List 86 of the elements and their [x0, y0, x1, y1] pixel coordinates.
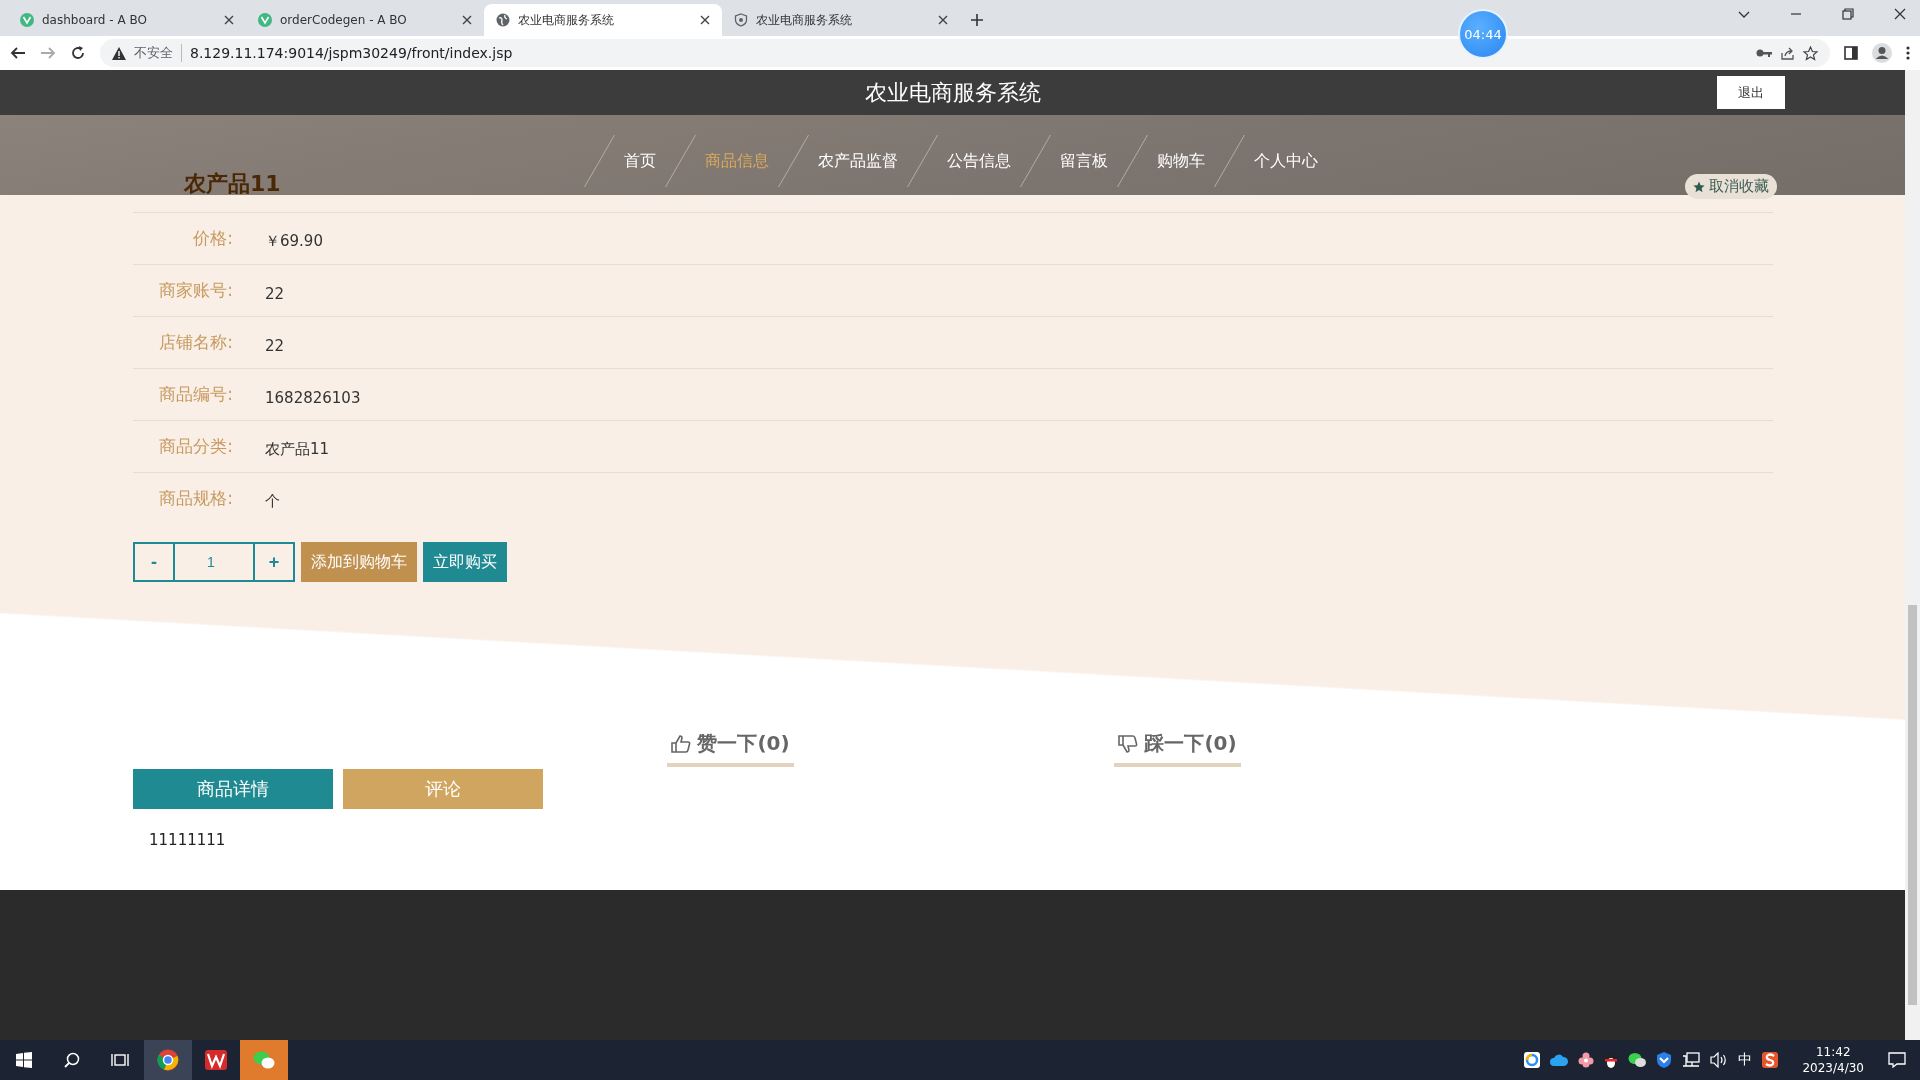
close-icon[interactable]	[700, 15, 710, 25]
add-to-cart-button[interactable]: 添加到购物车	[301, 542, 417, 582]
clock-time: 11:42	[1815, 1044, 1851, 1060]
warning-icon	[112, 46, 126, 60]
field-label: 店铺名称:	[158, 331, 233, 354]
colorful-app-icon[interactable]	[1524, 1052, 1541, 1068]
field-label: 价格:	[192, 227, 233, 250]
back-icon[interactable]	[10, 45, 26, 61]
input-method-indicator[interactable]: 中	[1738, 1051, 1753, 1069]
scrollbar[interactable]	[1905, 70, 1920, 1040]
field-label: 商品分类:	[158, 435, 233, 458]
search-icon[interactable]	[64, 1052, 80, 1068]
thumbs-up-icon	[671, 734, 692, 753]
share-icon[interactable]	[1780, 45, 1795, 61]
field-value: 个	[265, 492, 280, 511]
nav-link[interactable]: 购物车	[1151, 147, 1211, 175]
key-icon[interactable]	[1756, 48, 1772, 58]
close-icon[interactable]	[462, 15, 472, 25]
tab-title: dashboard - A BO	[42, 13, 148, 27]
close-icon[interactable]	[938, 15, 948, 25]
flower-icon[interactable]	[1578, 1052, 1595, 1068]
star-icon[interactable]	[1803, 45, 1818, 61]
address-bar[interactable]: 不安全 8.129.11.174:9014/jspm30249/front/index.jsp	[100, 39, 1830, 67]
nav-link[interactable]: 公告信息	[941, 147, 1017, 175]
browser-tab[interactable]: 农业电商服务系统	[484, 4, 722, 36]
nav-link[interactable]: 个人中心	[1248, 147, 1324, 175]
quantity-stepper[interactable]: - 1 +	[133, 542, 295, 582]
detail-text: 11111111	[149, 831, 227, 849]
browser-icon[interactable]	[157, 1049, 179, 1071]
clock-date: 2023/4/30	[1802, 1060, 1864, 1076]
penguin-icon[interactable]	[1604, 1051, 1619, 1069]
chat-bubbles-icon[interactable]	[1628, 1052, 1647, 1068]
notification-icon[interactable]	[1888, 1052, 1906, 1068]
speaker-icon[interactable]	[1710, 1052, 1729, 1068]
sidebar-icon[interactable]	[1844, 46, 1858, 60]
increment-button[interactable]: +	[255, 544, 293, 580]
detail-tab[interactable]: 评论	[343, 769, 543, 809]
dislike-button[interactable]: 踩一下(0)	[1114, 730, 1241, 767]
star-icon	[1693, 180, 1705, 193]
tab-title: 农业电商服务系统	[518, 11, 615, 29]
timer-badge[interactable]: 04:44	[1458, 9, 1508, 59]
like-button[interactable]: 赞一下(0)	[667, 730, 794, 767]
network-icon[interactable]	[1682, 1052, 1701, 1068]
url-text: 8.129.11.174:9014/jspm30249/front/index.jsp	[190, 45, 513, 61]
field-value: 22	[265, 336, 285, 355]
plus-icon[interactable]	[970, 13, 984, 27]
cloud-icon[interactable]	[1550, 1054, 1569, 1066]
nav-link[interactable]: 首页	[618, 147, 662, 175]
close-icon[interactable]	[224, 15, 234, 25]
browser-tab[interactable]: dashboard - A BO	[8, 4, 246, 36]
close-icon[interactable]	[1894, 8, 1906, 20]
office-icon[interactable]	[205, 1050, 227, 1070]
globe-icon	[496, 13, 510, 27]
windows-icon[interactable]	[16, 1052, 32, 1068]
browser-tab[interactable]: orderCodegen - A BO	[246, 4, 484, 36]
thumbs-down-icon	[1118, 734, 1139, 753]
field-label: 商家账号:	[158, 279, 233, 302]
restore-icon[interactable]	[1842, 8, 1854, 20]
quantity-field[interactable]: 1	[173, 544, 255, 580]
browser-tab[interactable]: 农业电商服务系统	[722, 4, 960, 36]
detail-tab[interactable]: 商品详情	[133, 769, 333, 809]
buy-now-button[interactable]: 立即购买	[423, 542, 507, 582]
field-value: 22	[265, 284, 285, 303]
avatar-icon[interactable]	[1872, 43, 1892, 63]
shield-icon[interactable]	[1656, 1051, 1673, 1069]
task-view-icon[interactable]	[111, 1052, 129, 1068]
unfavorite-button[interactable]: 取消收藏	[1685, 174, 1777, 199]
nav-link[interactable]: 农产品监督	[812, 147, 904, 175]
field-value: 1682826103	[265, 388, 361, 407]
logout-button[interactable]: 退出	[1717, 76, 1785, 109]
more-icon[interactable]	[1906, 46, 1910, 60]
security-label: 不安全	[134, 44, 182, 62]
reload-icon[interactable]	[70, 45, 86, 61]
tab-title: orderCodegen - A BO	[280, 13, 408, 27]
tab-title: 农业电商服务系统	[756, 11, 853, 29]
clock[interactable]: 11:42 2023/4/30	[1802, 1044, 1864, 1076]
field-label: 商品编号:	[158, 383, 233, 406]
field-value: 农产品11	[265, 440, 330, 459]
product-title: 农产品11	[184, 170, 281, 198]
shield-icon	[734, 13, 748, 27]
decrement-button[interactable]: -	[135, 544, 173, 580]
nav-link[interactable]: 留言板	[1054, 147, 1114, 175]
sogou-icon[interactable]	[1762, 1052, 1779, 1068]
field-value: ￥69.90	[265, 232, 323, 251]
field-label: 商品规格:	[158, 487, 233, 510]
site-title: 农业电商服务系统	[864, 78, 1041, 107]
